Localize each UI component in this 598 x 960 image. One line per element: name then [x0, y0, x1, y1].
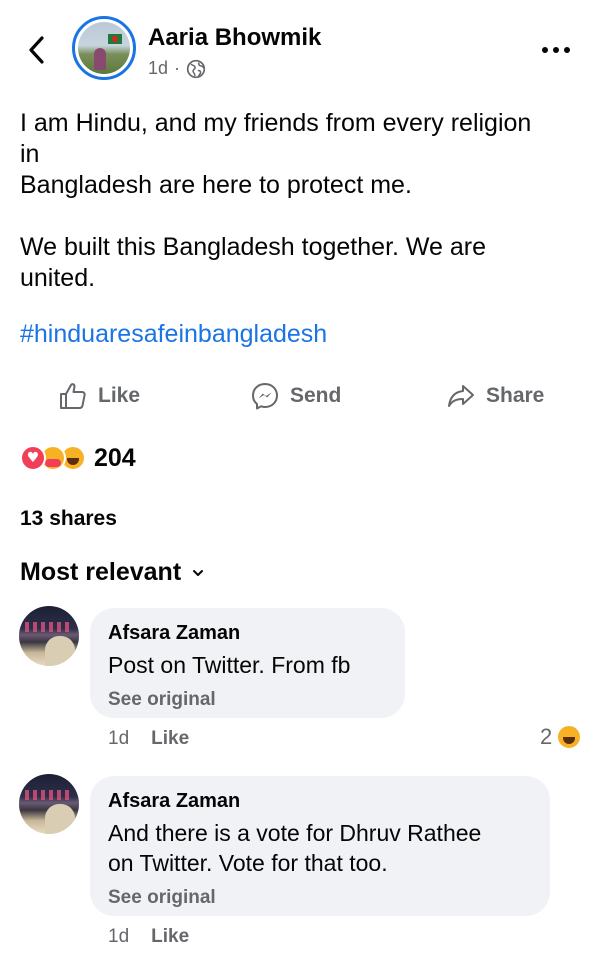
- comment-reactions[interactable]: 2: [540, 724, 583, 750]
- post-meta: 1d ·: [148, 58, 206, 79]
- comments-sort-dropdown[interactable]: Most relevant: [20, 558, 205, 587]
- more-options-button[interactable]: [542, 38, 578, 62]
- comment-meta: 1d Like: [108, 728, 189, 750]
- haha-reaction-icon: [556, 724, 583, 750]
- see-original-link[interactable]: See original: [108, 688, 385, 712]
- author-avatar[interactable]: [72, 16, 136, 80]
- messenger-icon: [252, 383, 278, 410]
- post-time[interactable]: 1d: [148, 58, 168, 79]
- post-line: We built this Bangladesh together. We ar…: [20, 233, 487, 261]
- chevron-down-icon: [191, 566, 205, 580]
- post-line: in: [20, 140, 40, 168]
- see-original-link[interactable]: See original: [108, 886, 530, 910]
- shares-count[interactable]: 13 shares: [20, 507, 117, 531]
- share-arrow-icon: [448, 385, 474, 407]
- more-dots-icon: [542, 47, 548, 53]
- comment: Afsara Zaman And there is a vote for Dhr…: [0, 774, 598, 954]
- post-header: Aaria Bhowmik 1d ·: [0, 0, 598, 100]
- comment-meta: 1d Like: [108, 926, 189, 948]
- commenter-avatar[interactable]: [19, 606, 79, 666]
- comment-time: 1d: [108, 926, 130, 947]
- comment-like-button[interactable]: Like: [151, 728, 189, 750]
- comment-bubble: Afsara Zaman Post on Twitter. From fb Se…: [90, 608, 405, 718]
- like-label: Like: [98, 384, 141, 407]
- post-text: I am Hindu, and my friends from every re…: [20, 108, 580, 294]
- hashtag-link[interactable]: #hinduaresafeinbangladesh: [20, 320, 327, 349]
- comment-bubble: Afsara Zaman And there is a vote for Dhr…: [90, 776, 550, 916]
- comment-time: 1d: [108, 728, 130, 749]
- sort-label: Most relevant: [20, 558, 182, 586]
- meta-separator: ·: [174, 58, 181, 78]
- send-button[interactable]: Send: [250, 374, 341, 418]
- thumbs-up-icon: [60, 383, 86, 409]
- post-line-blank: [20, 201, 580, 232]
- send-label: Send: [290, 384, 342, 407]
- author-name[interactable]: Aaria Bhowmik: [148, 24, 321, 52]
- comment-text-line: on Twitter. Vote for that too.: [108, 850, 388, 876]
- post-actions: Like Send Share: [0, 374, 598, 418]
- comment-like-button[interactable]: Like: [151, 926, 189, 948]
- commenter-name[interactable]: Afsara Zaman: [108, 620, 385, 646]
- chevron-left-icon: [29, 36, 44, 64]
- globe-icon: [186, 59, 206, 79]
- like-button[interactable]: Like: [58, 374, 140, 418]
- author-avatar-image: [78, 22, 130, 74]
- post-line: united.: [20, 264, 96, 292]
- share-button[interactable]: Share: [446, 374, 544, 418]
- post-line: I am Hindu, and my friends from every re…: [20, 109, 532, 137]
- share-label: Share: [486, 384, 545, 407]
- reactions-summary[interactable]: 204: [20, 440, 136, 476]
- comment: Afsara Zaman Post on Twitter. From fb Se…: [0, 606, 598, 756]
- commenter-name[interactable]: Afsara Zaman: [108, 788, 530, 814]
- reaction-count: 204: [94, 443, 136, 472]
- comment-reaction-count: 2: [540, 724, 553, 749]
- post-line: Bangladesh are here to protect me.: [20, 171, 412, 199]
- commenter-avatar[interactable]: [19, 774, 79, 834]
- comment-text: Post on Twitter. From fb: [108, 652, 351, 678]
- back-button[interactable]: [22, 30, 52, 70]
- love-reaction-icon: [20, 445, 46, 471]
- comment-text-line: And there is a vote for Dhruv Rathee: [108, 820, 482, 846]
